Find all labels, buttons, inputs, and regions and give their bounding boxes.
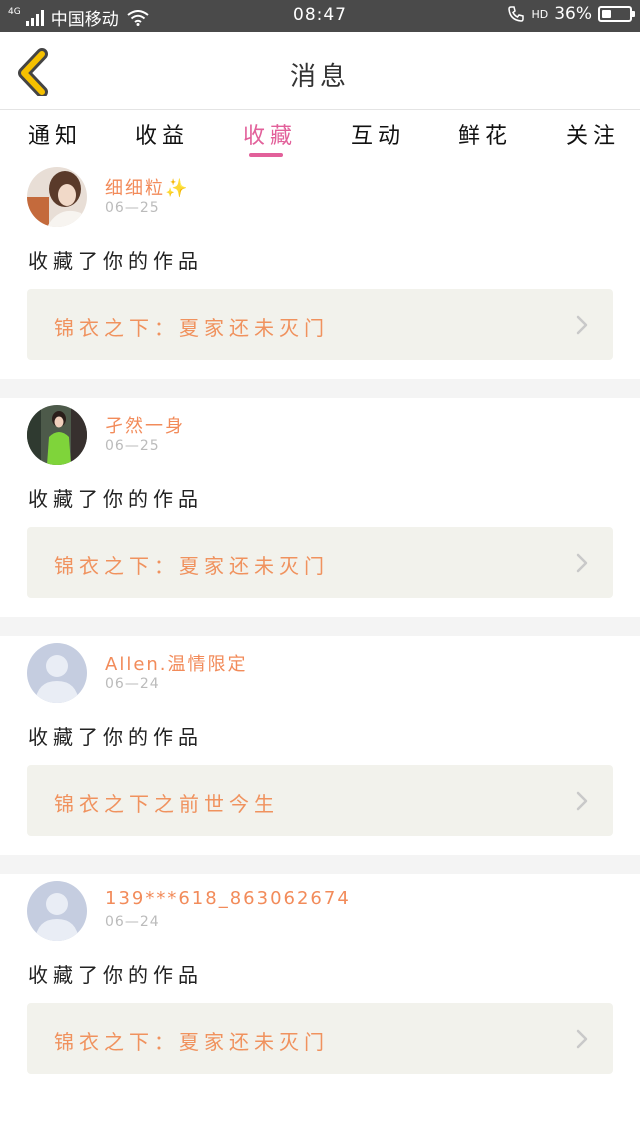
action-text: 收藏了你的作品 [28,963,203,987]
work-link[interactable]: 锦衣之下之前世今生 [27,765,613,836]
avatar[interactable] [27,881,87,941]
list-item: 139***618_863062674 06—24 收藏了你的作品 锦衣之下：夏… [0,874,640,1093]
timestamp: 06—24 [105,914,160,930]
photo-avatar-icon [27,405,87,465]
tab-earnings[interactable]: 收益 [135,118,189,150]
action-text: 收藏了你的作品 [28,487,203,511]
work-link[interactable]: 锦衣之下：夏家还未灭门 [27,289,613,360]
status-bar: 4G 中国移动 08:47 HD 36% [0,0,640,32]
list-item: Allen.温情限定 06—24 收藏了你的作品 锦衣之下之前世今生 [0,636,640,855]
tab-notifications[interactable]: 通知 [28,118,82,150]
status-right: HD 36% [507,4,635,24]
work-title: 锦衣之下：夏家还未灭门 [54,554,329,578]
default-user-icon [27,881,87,941]
work-title: 锦衣之下：夏家还未灭门 [54,316,329,340]
list-item: 孑然一身 06—25 收藏了你的作品 锦衣之下：夏家还未灭门 [0,398,640,617]
page-title: 消息 [289,62,350,92]
work-title: 锦衣之下之前世今生 [54,792,279,816]
divider [0,379,640,398]
chevron-right-icon [576,553,588,573]
nav-bar: 消息 [0,32,640,110]
username[interactable]: Allen.温情限定 [105,650,248,676]
chevron-right-icon [576,1029,588,1049]
tab-bar: 通知 收益 收藏 互动 鲜花 关注 [0,110,640,160]
username[interactable]: 孑然一身 [105,412,185,438]
divider [0,617,640,636]
tab-favorites[interactable]: 收藏 [243,118,297,150]
username[interactable]: 139***618_863062674 [105,888,351,909]
timestamp: 06—24 [105,676,160,692]
divider [0,855,640,874]
tab-follows[interactable]: 关注 [566,118,620,150]
avatar[interactable] [27,167,87,227]
tab-interactions[interactable]: 互动 [351,118,405,150]
work-link[interactable]: 锦衣之下：夏家还未灭门 [27,527,613,598]
default-user-icon [27,643,87,703]
timestamp: 06—25 [105,200,160,216]
battery-icon [598,6,635,22]
tab-flowers[interactable]: 鲜花 [458,118,512,150]
message-feed: 细细粒✨ 06—25 收藏了你的作品 锦衣之下：夏家还未灭门 孑然一身 06—2… [0,160,640,1093]
chevron-right-icon [576,791,588,811]
battery-fill [602,10,611,18]
timestamp: 06—25 [105,438,160,454]
avatar[interactable] [27,405,87,465]
action-text: 收藏了你的作品 [28,725,203,749]
photo-avatar-icon [27,167,87,227]
work-title: 锦衣之下：夏家还未灭门 [54,1030,329,1054]
chevron-right-icon [576,315,588,335]
username[interactable]: 细细粒✨ [105,174,189,200]
work-link[interactable]: 锦衣之下：夏家还未灭门 [27,1003,613,1074]
call-icon [508,6,525,22]
list-item: 细细粒✨ 06—25 收藏了你的作品 锦衣之下：夏家还未灭门 [0,160,640,379]
action-text: 收藏了你的作品 [28,249,203,273]
avatar[interactable] [27,643,87,703]
hd-indicator: HD [531,7,549,21]
active-tab-indicator [249,153,283,157]
battery-percent: 36% [554,4,592,24]
